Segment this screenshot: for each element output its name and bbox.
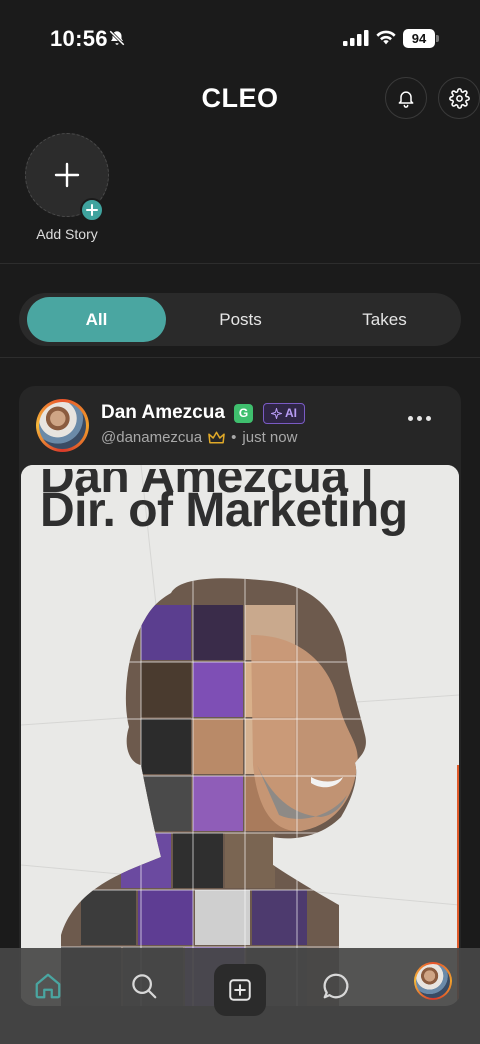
- add-story-button[interactable]: Add Story: [25, 133, 109, 242]
- post-more-button[interactable]: [408, 416, 431, 421]
- bell-slash-icon: [109, 30, 125, 46]
- nav-messages[interactable]: [316, 966, 356, 1006]
- sparkle-icon: [271, 408, 282, 419]
- gear-icon: [448, 87, 470, 109]
- notifications-button[interactable]: [385, 77, 427, 119]
- author-avatar[interactable]: [36, 399, 89, 452]
- nav-create-button[interactable]: [214, 964, 266, 1016]
- author-handle[interactable]: @danamezcua: [101, 429, 202, 446]
- wifi-icon: [376, 30, 396, 45]
- home-icon: [35, 973, 61, 999]
- add-story-circle[interactable]: [25, 133, 109, 222]
- tab-takes[interactable]: Takes: [315, 297, 454, 342]
- settings-button[interactable]: [438, 77, 480, 119]
- author-name[interactable]: Dan Amezcua: [101, 402, 225, 424]
- plus-icon: [54, 162, 80, 188]
- plus-square-icon: [229, 979, 251, 1001]
- divider: [0, 357, 480, 358]
- verified-badge: G: [234, 404, 253, 423]
- battery-level: 94: [403, 29, 435, 48]
- status-bar: 10:56 94: [0, 0, 480, 80]
- nav-profile-avatar[interactable]: [414, 962, 452, 1000]
- signal-icon: [343, 30, 369, 46]
- tab-posts[interactable]: Posts: [171, 297, 310, 342]
- crown-icon: [208, 431, 225, 443]
- tab-all[interactable]: All: [27, 297, 166, 342]
- bottom-nav: [0, 948, 480, 1044]
- post-image[interactable]: Dan Amezcua | Dir. of Marketing: [21, 465, 459, 1006]
- post-time: just now: [242, 429, 298, 446]
- nav-search[interactable]: [124, 966, 164, 1006]
- search-icon: [132, 974, 157, 999]
- portrait-collage-image: [21, 465, 459, 1006]
- feed-tabs: All Posts Takes: [19, 293, 461, 346]
- ai-badge-label: AI: [285, 406, 297, 420]
- bell-icon: [398, 91, 414, 108]
- add-story-label: Add Story: [36, 226, 98, 242]
- battery-icon: 94: [403, 29, 439, 48]
- post-meta: @danamezcua • just now: [101, 429, 297, 446]
- status-time: 10:56: [50, 26, 108, 51]
- add-story-badge-icon: [80, 198, 104, 222]
- chat-bubble-icon: [323, 973, 349, 999]
- nav-home[interactable]: [28, 966, 68, 1006]
- divider: [0, 263, 480, 264]
- image-headline-line2: Dir. of Marketing: [40, 484, 408, 537]
- post-card[interactable]: Dan Amezcua G AI @danamezcua • just now: [19, 386, 461, 1006]
- meta-separator: •: [231, 429, 237, 446]
- ai-badge: AI: [263, 403, 305, 424]
